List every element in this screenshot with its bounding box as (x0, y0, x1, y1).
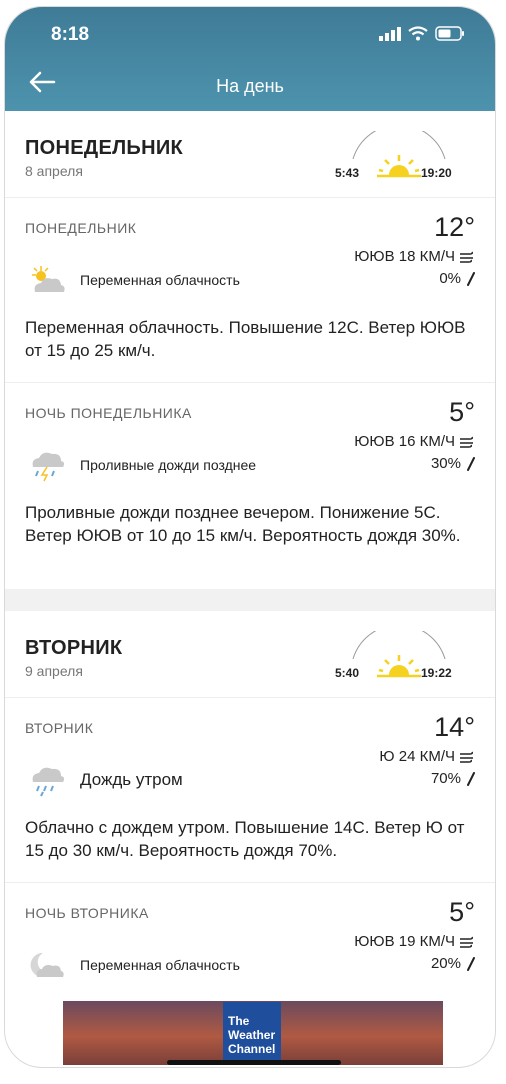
period-phrase: Дождь утром (80, 770, 183, 789)
wind-info: ЮЮВ 16 КМ/Ч (354, 433, 475, 450)
period-phrase: Переменная облачность (80, 272, 240, 288)
precip-info: 30% (431, 455, 475, 472)
wind-icon (460, 436, 473, 448)
period-temperature: 5° (449, 897, 475, 927)
daily-forecast-list[interactable]: ПОНЕДЕЛЬНИК 8 апреля 5:43 19:20 ПОНЕДЕЛЬ… (5, 111, 495, 1043)
wind-icon (460, 936, 473, 948)
period-phrase: Переменная облачность (80, 957, 240, 973)
precip-info: 70% (431, 770, 475, 787)
day-header: ВТОРНИК 9 апреля 5:40 19:22 (5, 611, 495, 698)
raindrop-icon (467, 956, 475, 971)
raindrop-icon (467, 271, 475, 286)
sunrise-time: 5:43 (335, 166, 360, 180)
precip-info: 0% (439, 270, 475, 287)
period-narrative: Облачно с дождем утром. Повышение 14С. В… (25, 818, 465, 860)
wind-text: Ю 24 КМ/Ч (379, 748, 455, 765)
raindrop-icon (467, 456, 475, 471)
app-header: 8:18 На день (5, 7, 495, 111)
day-name: ПОНЕДЕЛЬНИК (25, 137, 184, 159)
partly-cloudy-day-icon (32, 266, 65, 292)
status-time: 8:18 (51, 24, 90, 45)
period-phrase: Проливные дожди позднее (80, 457, 257, 473)
precip-chance: 0% (439, 270, 461, 287)
day-separator (5, 589, 495, 611)
forecast-period[interactable]: ПОНЕДЕЛЬНИК 12° ЮЮВ 18 КМ/Ч 0% Переменна… (5, 198, 495, 383)
status-icons (379, 26, 465, 41)
wind-text: ЮЮВ 18 КМ/Ч (354, 248, 455, 265)
logo-line: Weather (228, 1028, 276, 1042)
partly-cloudy-night-icon (30, 952, 64, 977)
forecast-period[interactable]: ВТОРНИК 14° Ю 24 КМ/Ч 70% Дождь утром Об… (5, 698, 495, 883)
wind-icon (460, 751, 473, 763)
period-temperature: 12° (434, 212, 475, 242)
period-temperature: 14° (434, 712, 475, 742)
raindrop-icon (467, 771, 475, 786)
sunset-time: 19:22 (421, 666, 452, 680)
precip-chance: 30% (430, 455, 461, 472)
rain-icon (32, 767, 65, 797)
page-title: На день (216, 76, 284, 96)
forecast-period[interactable]: НОЧЬ ПОНЕДЕЛЬНИКА 5° ЮЮВ 16 КМ/Ч 30% Про… (5, 383, 495, 589)
wifi-icon (408, 26, 428, 41)
wind-info: ЮЮВ 18 КМ/Ч (354, 248, 475, 265)
day-date: 9 апреля (25, 663, 83, 679)
rain-showers-icon (32, 452, 65, 482)
weather-channel-logo[interactable]: The Weather Channel (223, 1002, 281, 1064)
logo-line: The (228, 1014, 250, 1028)
logo-line: Channel (228, 1042, 276, 1056)
period-narrative: Проливные дожди позднее вечером. Понижен… (25, 503, 461, 545)
period-label: НОЧЬ ВТОРНИКА (25, 905, 149, 921)
precip-info: 20% (431, 955, 475, 972)
precip-chance: 70% (430, 770, 461, 787)
wind-info: ЮЮВ 19 КМ/Ч (354, 933, 475, 950)
home-indicator[interactable] (167, 1060, 341, 1065)
wind-icon (460, 251, 473, 263)
phone-screen: 8:18 На день ПОНЕДЕЛЬНИК 8 апреля 5:43 1… (4, 6, 496, 1068)
wind-text: ЮЮВ 19 КМ/Ч (354, 933, 455, 950)
period-narrative: Переменная облачность. Повышение 12С. Ве… (25, 318, 466, 360)
period-label: НОЧЬ ПОНЕДЕЛЬНИКА (25, 405, 192, 421)
wind-text: ЮЮВ 16 КМ/Ч (354, 433, 455, 450)
signal-icon (379, 26, 401, 41)
battery-icon (435, 26, 464, 41)
day-date: 8 апреля (25, 163, 83, 179)
precip-chance: 20% (430, 955, 461, 972)
sunrise-time: 5:40 (335, 666, 360, 680)
sunset-time: 19:20 (421, 166, 452, 180)
period-label: ПОНЕДЕЛЬНИК (25, 220, 137, 236)
period-label: ВТОРНИК (25, 720, 94, 736)
period-temperature: 5° (449, 397, 475, 427)
wind-info: Ю 24 КМ/Ч (379, 748, 475, 765)
day-header: ПОНЕДЕЛЬНИК 8 апреля 5:43 19:20 (5, 111, 495, 198)
day-name: ВТОРНИК (25, 637, 123, 659)
